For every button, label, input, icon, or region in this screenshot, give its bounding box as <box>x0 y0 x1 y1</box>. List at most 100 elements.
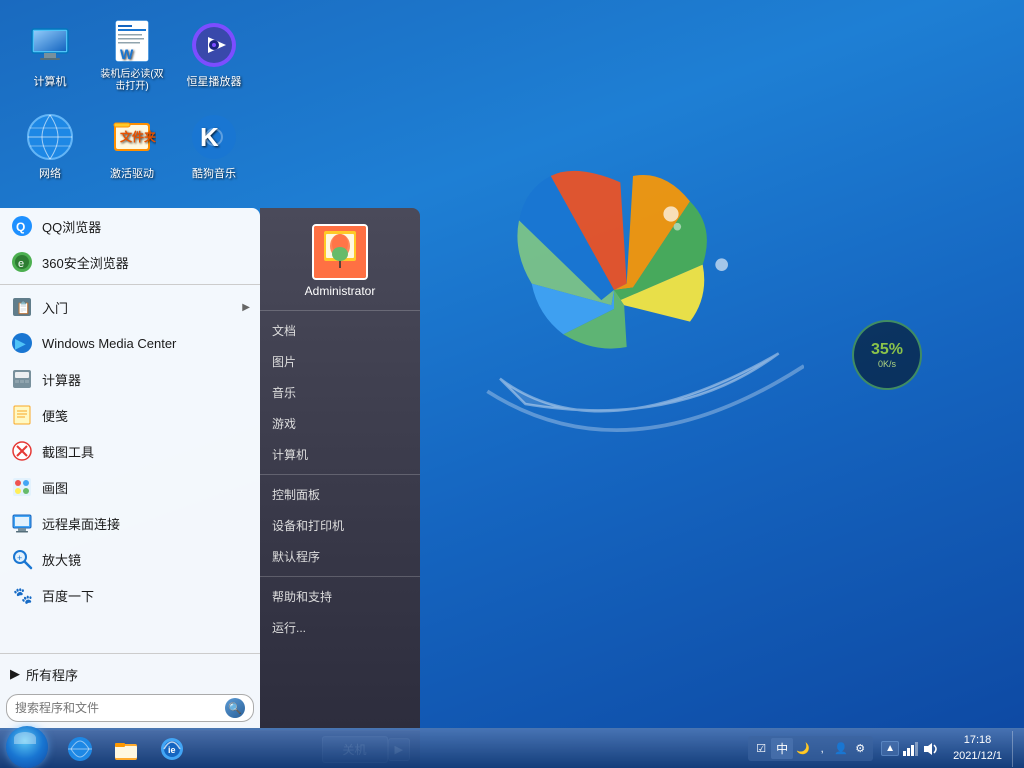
menu-bottom-divider <box>0 653 260 654</box>
baidu-icon: 🐾 <box>10 583 34 607</box>
start-item-screenshot[interactable]: 截图工具 <box>0 433 260 469</box>
paint-icon <box>10 475 34 499</box>
desktop-icon-readme[interactable]: W 装机后必读(双击打开) <box>92 10 172 100</box>
ime-icon-moon[interactable]: 🌙 <box>794 740 812 758</box>
start-item-calculator[interactable]: 计算器 <box>0 361 260 397</box>
readme-icon: W <box>108 17 156 65</box>
right-panel-divider-1 <box>260 310 420 311</box>
tray-volume-icon[interactable] <box>921 740 939 758</box>
magnifier-icon: + <box>10 547 34 571</box>
notepad-label: 便笺 <box>42 406 68 425</box>
activate-label: 激活驱动 <box>110 165 154 181</box>
svg-text:e: e <box>18 258 24 270</box>
taskbar-right: ☑ 中 🌙 , 👤 ⚙ ▲ <box>748 731 1024 767</box>
right-item-music[interactable]: 音乐 <box>260 377 420 408</box>
tray-expand-button[interactable]: ▲ <box>881 741 899 756</box>
menu-divider-1 <box>0 284 260 285</box>
desktop-icons-container: 计算机 W 装机后必读(双击打开) <box>10 10 254 192</box>
start-item-paint[interactable]: 画图 <box>0 469 260 505</box>
screenshot-label: 截图工具 <box>42 442 94 461</box>
svg-text:ie: ie <box>168 745 176 755</box>
desktop-icon-player[interactable]: 恒星播放器 <box>174 10 254 100</box>
magnifier-label: 放大镜 <box>42 550 81 569</box>
wmc-label: Windows Media Center <box>42 336 176 351</box>
right-item-docs[interactable]: 文档 <box>260 315 420 346</box>
right-item-devices[interactable]: 设备和打印机 <box>260 510 420 541</box>
network-icon <box>26 113 74 161</box>
desktop-icon-network[interactable]: 网络 <box>10 102 90 192</box>
search-button[interactable]: 🔍 <box>225 698 245 718</box>
right-item-computer[interactable]: 计算机 <box>260 439 420 470</box>
right-item-games[interactable]: 游戏 <box>260 408 420 439</box>
svg-text:🐾: 🐾 <box>13 588 33 605</box>
start-menu-items: Q QQ浏览器 e 360安全浏览器 <box>0 208 260 649</box>
svg-text:W: W <box>120 46 134 62</box>
user-profile[interactable]: Administrator <box>260 216 420 306</box>
player-label: 恒星播放器 <box>187 73 242 89</box>
baidu-label: 百度一下 <box>42 586 94 605</box>
username-label: Administrator <box>305 284 376 298</box>
svg-text:+: + <box>17 553 22 563</box>
taskbar-app-network[interactable] <box>58 731 102 767</box>
start-item-rdp[interactable]: 远程桌面连接 <box>0 505 260 541</box>
paint-label: 画图 <box>42 478 68 497</box>
start-item-baidu[interactable]: 🐾 百度一下 <box>0 577 260 613</box>
net-speed-circle: 35% 0K/s <box>852 320 922 390</box>
start-menu-right-panel: Administrator 文档 图片 音乐 游戏 计算机 控制面板 <box>260 208 420 728</box>
right-item-help[interactable]: 帮助和支持 <box>260 581 420 612</box>
net-speed-widget[interactable]: 35% 0K/s <box>852 320 924 392</box>
right-item-run[interactable]: 运行... <box>260 612 420 643</box>
right-item-control[interactable]: 控制面板 <box>260 479 420 510</box>
net-speed-rate: 0K/s <box>878 359 896 369</box>
taskbar-app-explorer[interactable] <box>104 731 148 767</box>
start-item-wmc[interactable]: ▶ Windows Media Center <box>0 325 260 361</box>
user-avatar <box>312 224 368 280</box>
start-item-intro[interactable]: 📋 入门 ▶ <box>0 289 260 325</box>
ime-lang[interactable]: 中 <box>771 738 793 759</box>
rdp-icon <box>10 511 34 535</box>
qq-browser-label: QQ浏览器 <box>42 217 101 236</box>
intro-icon: 📋 <box>10 295 34 319</box>
wmc-icon: ▶ <box>10 331 34 355</box>
right-item-pics[interactable]: 图片 <box>260 346 420 377</box>
ime-icon-check[interactable]: ☑ <box>752 740 770 758</box>
taskbar-apps: ie <box>54 731 198 767</box>
calculator-icon <box>10 367 34 391</box>
start-button[interactable] <box>0 729 54 768</box>
svg-text:▶: ▶ <box>15 335 26 351</box>
taskbar: ie ☑ 中 🌙 , 👤 ⚙ ▲ <box>0 728 1024 768</box>
svg-text:📋: 📋 <box>16 301 31 315</box>
start-item-360-browser[interactable]: e 360安全浏览器 <box>0 244 260 280</box>
search-input[interactable] <box>15 701 221 715</box>
computer-label: 计算机 <box>34 73 67 89</box>
ime-icon-gear[interactable]: ⚙ <box>851 740 869 758</box>
ime-icon-comma[interactable]: , <box>813 740 831 758</box>
start-orb <box>6 726 48 768</box>
all-programs-item[interactable]: ▶ 所有程序 <box>0 658 260 690</box>
clock-time: 17:18 <box>964 733 992 748</box>
show-desktop-button[interactable] <box>1012 731 1020 767</box>
intro-label: 入门 <box>42 298 68 317</box>
system-clock[interactable]: 17:18 2021/12/1 <box>947 731 1008 766</box>
tray-network-icon[interactable] <box>901 740 919 758</box>
start-menu: Q QQ浏览器 e 360安全浏览器 <box>0 208 420 728</box>
desktop-icon-activate[interactable]: 文件夹 激活驱动 <box>92 102 172 192</box>
all-programs-arrow: ▶ <box>10 666 20 682</box>
intro-arrow: ▶ <box>242 302 250 313</box>
ime-icon-user[interactable]: 👤 <box>832 740 850 758</box>
360-browser-icon: e <box>10 250 34 274</box>
net-speed-percent: 35% <box>871 341 903 359</box>
qq-browser-icon: Q <box>10 214 34 238</box>
start-item-notepad[interactable]: 便笺 <box>0 397 260 433</box>
screenshot-icon <box>10 439 34 463</box>
start-item-qq-browser[interactable]: Q QQ浏览器 <box>0 208 260 244</box>
desktop-icon-music[interactable]: K 酷狗音乐 <box>174 102 254 192</box>
windows-logo <box>424 100 804 480</box>
right-item-defaults[interactable]: 默认程序 <box>260 541 420 572</box>
svg-text:文件夹: 文件夹 <box>120 129 156 144</box>
taskbar-app-ie[interactable]: ie <box>150 731 194 767</box>
desktop-icon-computer[interactable]: 计算机 <box>10 10 90 100</box>
svg-text:Q: Q <box>16 220 25 234</box>
search-box[interactable]: 🔍 <box>6 694 254 722</box>
start-item-magnifier[interactable]: + 放大镜 <box>0 541 260 577</box>
